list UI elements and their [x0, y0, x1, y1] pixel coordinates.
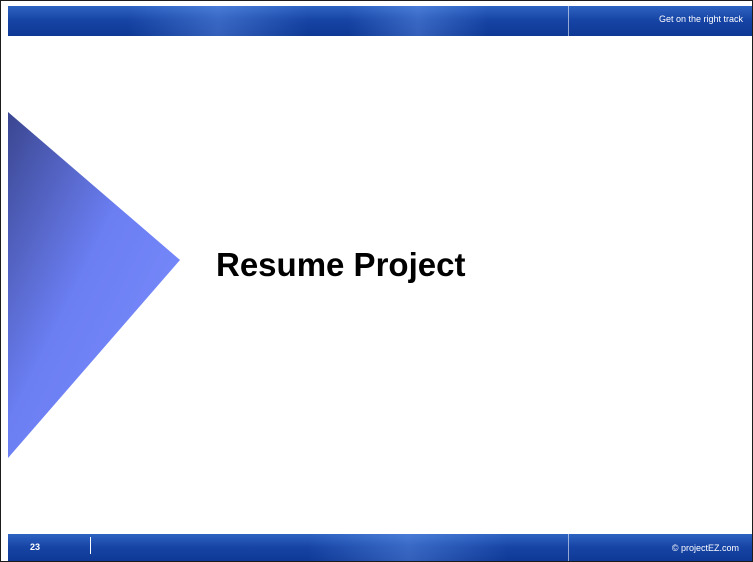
header-highlight: [348, 6, 488, 36]
header-tagline: Get on the right track: [658, 14, 743, 24]
copyright-text: © projectEZ.com: [671, 543, 739, 553]
slide: Get on the right track Resume Project 23…: [0, 0, 753, 562]
footer-highlight: [308, 534, 508, 562]
slide-title: Resume Project: [216, 246, 466, 283]
triangle-decoration: [8, 112, 180, 458]
footer-bar: 23 © projectEZ.com: [8, 534, 753, 562]
left-margin: [0, 0, 8, 562]
header-divider: [568, 6, 569, 36]
page-number: 23: [30, 542, 41, 552]
footer-divider-right: [568, 534, 569, 562]
footer-divider: [90, 537, 91, 554]
header-highlight: [128, 6, 308, 36]
header-bar: Get on the right track: [8, 6, 753, 36]
